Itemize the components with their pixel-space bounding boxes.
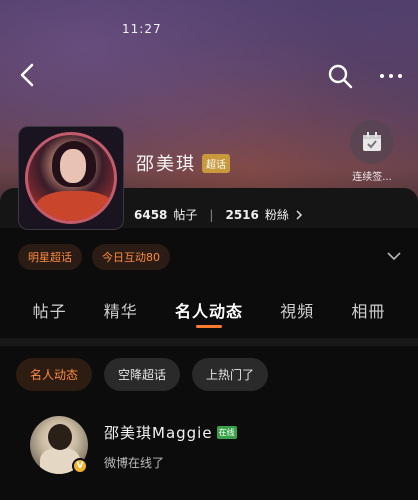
tag-daily-interaction[interactable]: 今日互动80 (92, 244, 170, 270)
search-button[interactable] (326, 62, 354, 90)
profile-name: 邵美琪 (136, 154, 196, 175)
checkin-button[interactable]: 连续签... (346, 120, 398, 183)
calendar-check-icon (350, 120, 394, 164)
posts-label: 帖子 (173, 208, 198, 222)
super-topic-badge: 超话 (202, 153, 230, 173)
search-icon (328, 64, 353, 89)
back-arrow-icon (20, 63, 34, 87)
tab-bar: 帖子 精华 名人动态 視頻 相冊 (0, 292, 418, 332)
back-button[interactable] (12, 60, 42, 90)
checkin-label: 连续签... (352, 172, 392, 183)
topic-tags: 明星超话 今日互动80 (18, 244, 170, 270)
tab-albums[interactable]: 相冊 (351, 292, 385, 332)
posts-count: 6458 (134, 207, 168, 222)
expand-button[interactable] (386, 248, 402, 264)
list-item[interactable]: V 邵美琪Maggie 在线 微博在线了 (30, 416, 400, 486)
fans-count: 2516 (225, 207, 259, 222)
filter-celebrity-updates[interactable]: 名人动态 (16, 358, 93, 391)
filter-airdrop-topic[interactable]: 空降超话 (104, 358, 181, 391)
more-icon (380, 74, 384, 78)
tab-highlights[interactable]: 精华 (104, 292, 138, 332)
profile-stats[interactable]: 6458 帖子 | 2516 粉絲 (134, 206, 303, 223)
profile-avatar[interactable] (18, 126, 124, 230)
tab-celebrity-updates[interactable]: 名人动态 (175, 292, 243, 332)
verified-badge-icon: V (72, 458, 88, 474)
tab-videos[interactable]: 視頻 (280, 292, 314, 332)
online-badge: 在线 (216, 426, 237, 439)
post-author-row: 邵美琪Maggie 在线 (104, 422, 237, 443)
fans-label: 粉絲 (264, 208, 289, 222)
tag-star-topic[interactable]: 明星超话 (18, 244, 82, 270)
avatar-image (25, 132, 117, 224)
more-button[interactable] (374, 64, 408, 88)
post-status-text: 微博在线了 (104, 456, 165, 470)
chevron-right-icon (296, 209, 302, 220)
filter-row: 名人动态 空降超话 上热门了 (16, 358, 269, 391)
status-time: 11:27 (122, 22, 162, 36)
post-author-name[interactable]: 邵美琪Maggie (104, 422, 213, 443)
tab-posts[interactable]: 帖子 (33, 292, 67, 332)
stats-divider: | (209, 207, 214, 222)
filter-trending[interactable]: 上热门了 (192, 358, 269, 391)
section-divider (0, 338, 418, 346)
profile-name-row: 邵美琪 超话 (136, 150, 230, 176)
chevron-down-icon (387, 252, 401, 261)
